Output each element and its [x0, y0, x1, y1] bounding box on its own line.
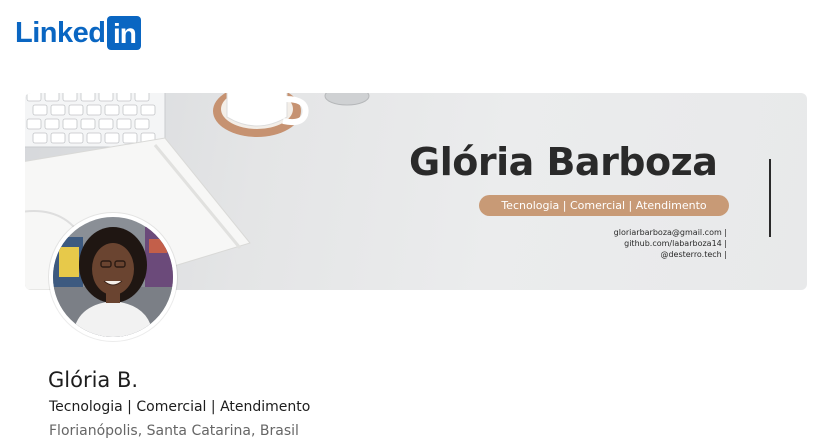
banner-tagline-pill: Tecnologia | Comercial | Atendimento — [479, 195, 729, 216]
banner-contact-email: gloriarbarboza@gmail.com | — [613, 228, 727, 237]
banner-contact-handle: @desterro.tech | — [660, 250, 727, 259]
avatar-portrait — [53, 217, 173, 337]
banner-name-text: Glória Barboza — [409, 140, 718, 184]
banner-contacts: gloriarbarboza@gmail.com | github.com/la… — [614, 227, 727, 260]
banner-divider — [769, 159, 771, 237]
keyboard-graphic — [25, 93, 166, 148]
profile-name: Glória B. — [48, 368, 139, 392]
profile-headline: Tecnologia | Comercial | Atendimento — [49, 399, 311, 415]
logo-wordmark: Linked — [15, 17, 106, 49]
banner-contact-github: github.com/labarboza14 | — [624, 239, 727, 248]
profile-location: Florianópolis, Santa Catarina, Brasil — [49, 423, 299, 439]
logo-in-box: in — [107, 16, 142, 50]
coffee-cup-graphic — [213, 93, 309, 137]
linkedin-logo[interactable]: Linked in — [15, 16, 142, 50]
profile-avatar[interactable] — [49, 213, 177, 341]
